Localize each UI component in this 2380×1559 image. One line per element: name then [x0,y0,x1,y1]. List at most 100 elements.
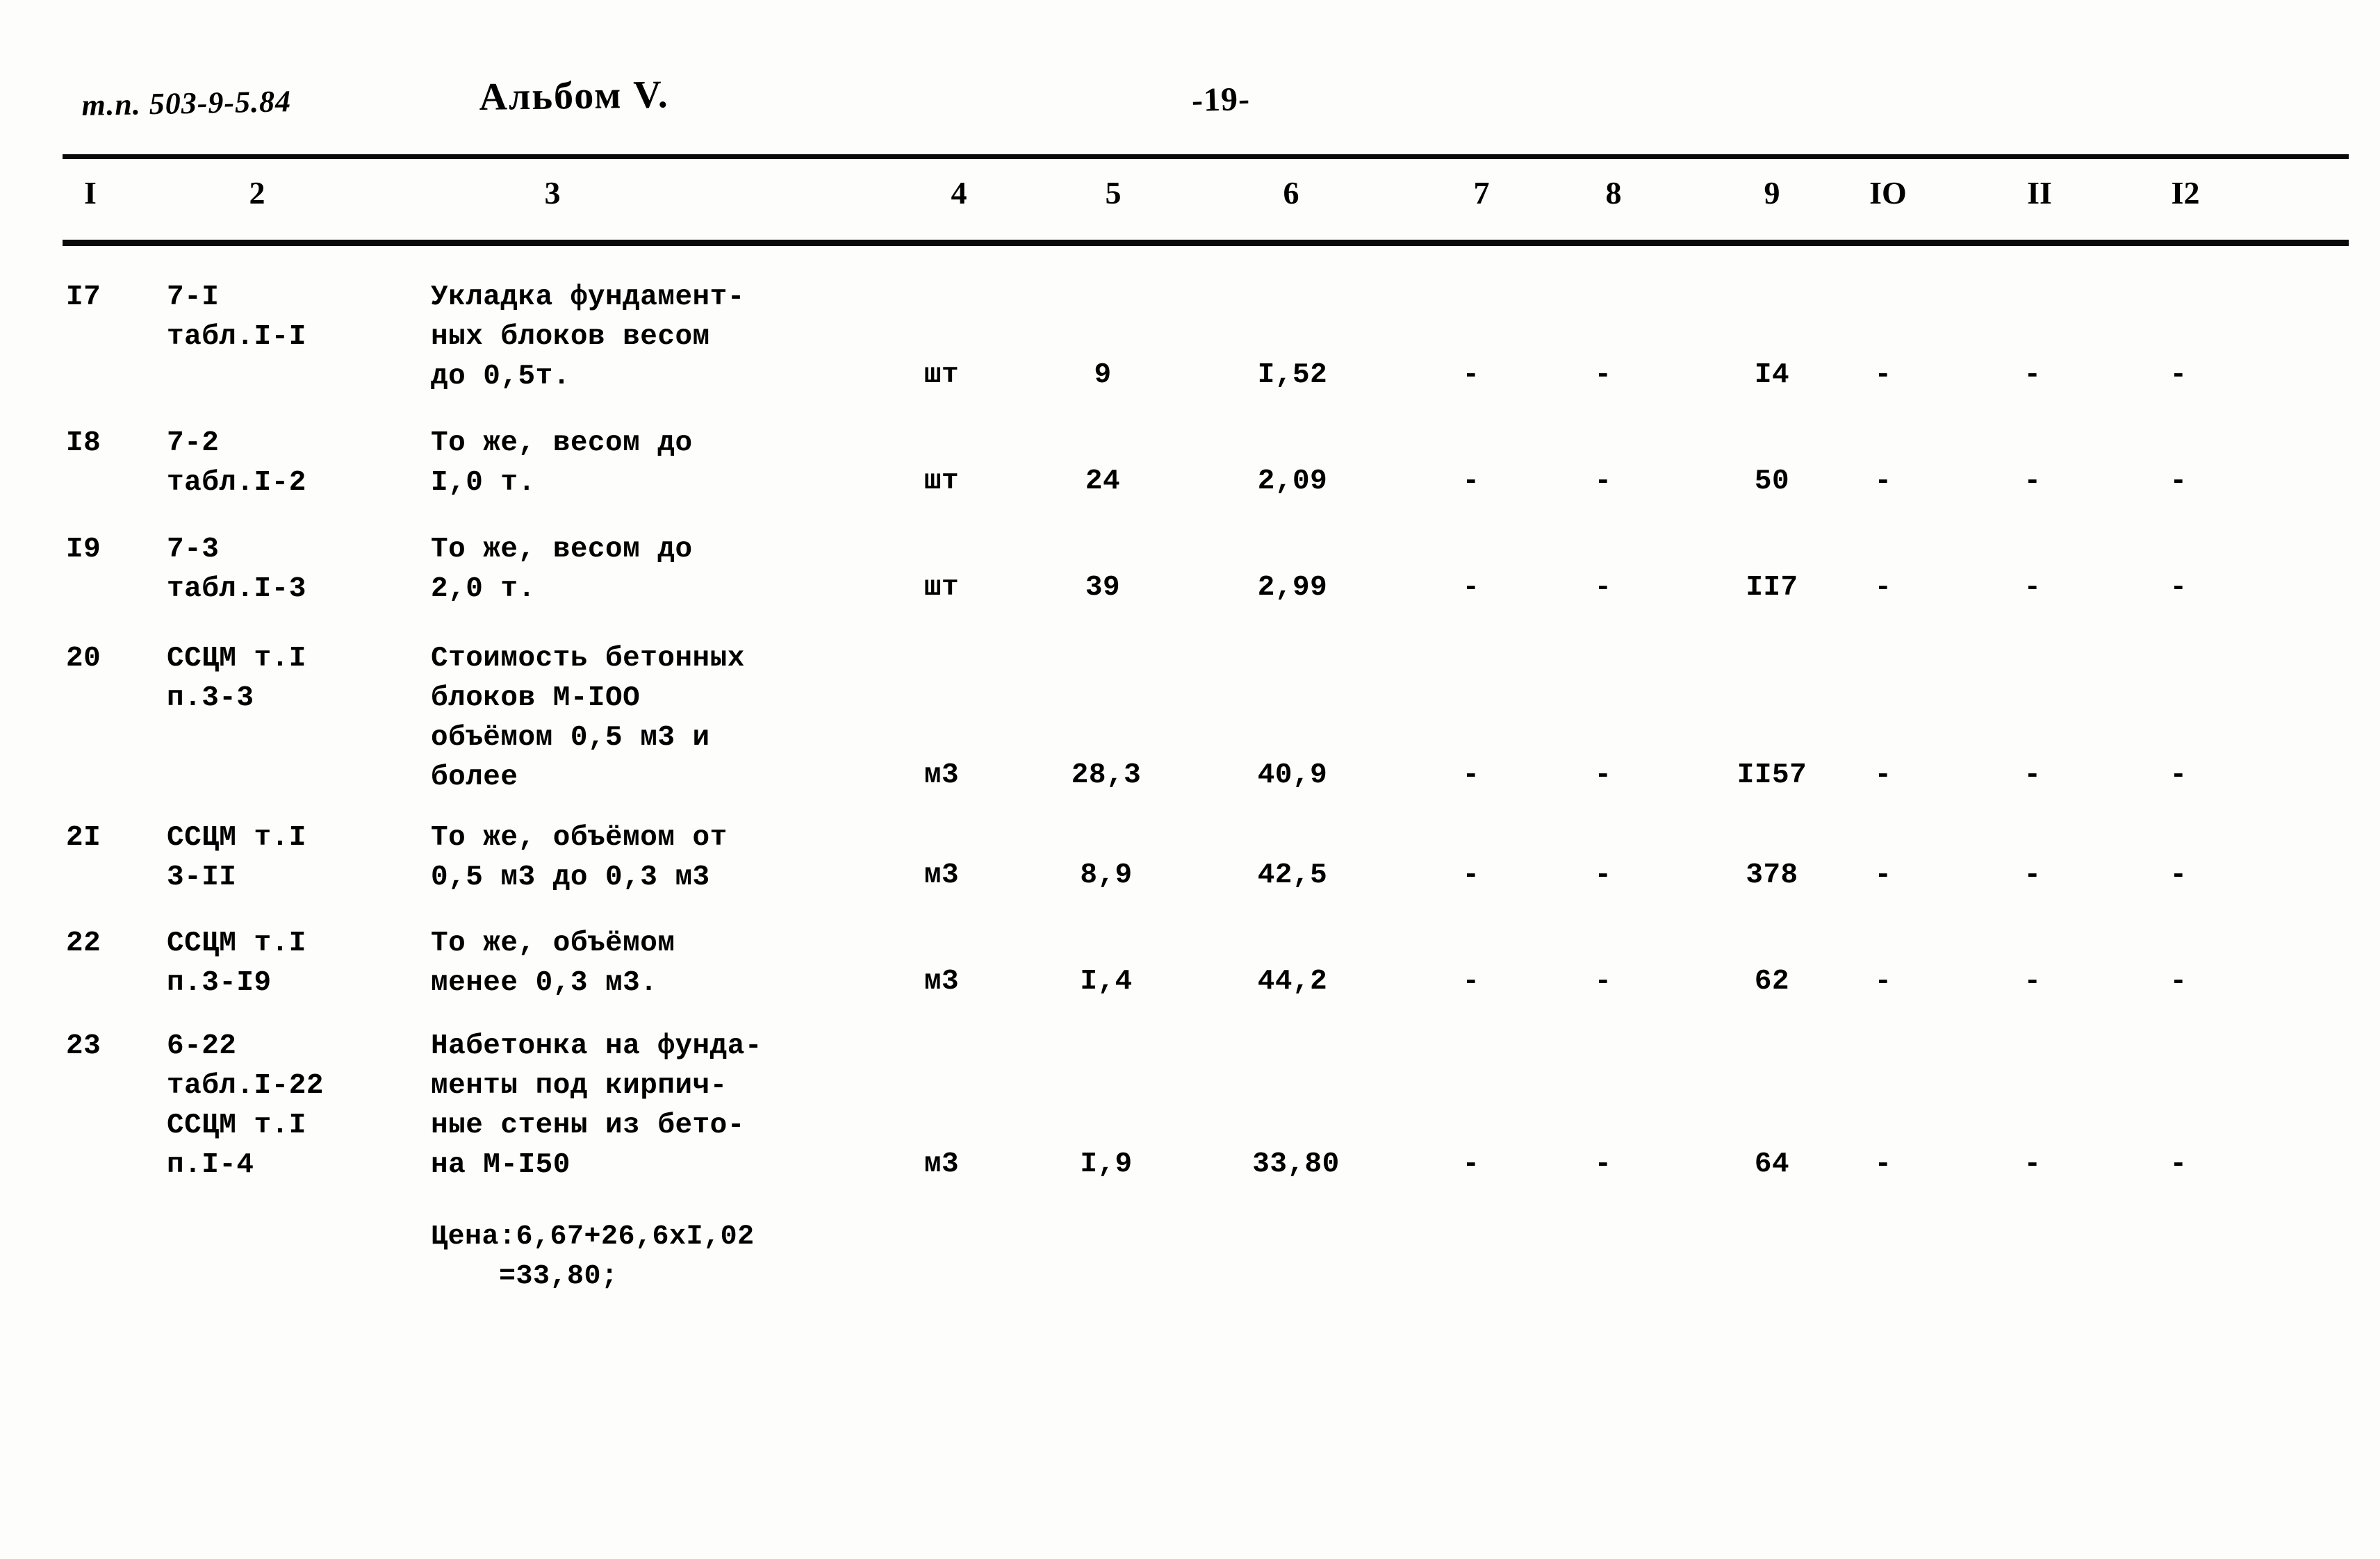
col8-value: - [1594,966,1612,998]
work-description: То же, весом до I,0 т. [431,424,693,503]
col12-value: - [2169,1148,2188,1180]
col12-value: - [2169,572,2188,604]
description-line: То же, объёмом [431,927,675,959]
justification-line: 7-2 [167,427,220,459]
total-cost: 62 [1754,966,1790,998]
col11-value: - [2024,572,2042,604]
column-header-4: 4 [951,175,967,211]
justification-line: табл.I-2 [167,467,306,499]
description-line: более [431,761,518,793]
col10-value: - [1874,759,1892,791]
col8-value: - [1594,465,1612,497]
estimate-table: I 2 3 4 5 6 7 8 9 IO II I2 I7 7-I табл.I-… [0,0,2380,1559]
justification: 7-I табл.I-I [167,278,306,357]
work-description: Набетонка на фунда-менты под кирпич-ные … [431,1027,762,1185]
unit: шт [924,465,960,497]
row-number: 2I [66,822,101,854]
col8-value: - [1594,759,1612,791]
unit: м3 [924,759,960,791]
unit-price: 42,5 [1257,859,1328,891]
unit: шт [924,572,960,604]
justification: ССЦМ т.I 3-II [167,818,306,898]
row-number: I8 [66,427,101,459]
col7-value: - [1462,572,1480,604]
justification-line: табл.I-I [167,321,306,353]
unit-price: 2,09 [1257,465,1328,497]
col8-value: - [1594,359,1612,391]
total-cost: II7 [1746,572,1798,604]
unit: шт [924,359,960,391]
quantity: 9 [1094,359,1112,391]
description-line: Стоимость бетонных [431,643,745,675]
justification-line: 7-3 [167,534,220,566]
justification: 6-22 табл.I-22 ССЦМ т.I п.I-4 [167,1027,324,1185]
total-cost: 64 [1754,1148,1790,1180]
col12-value: - [2169,359,2188,391]
description-line: ные стены из бето- [431,1110,745,1141]
justification-line: 3-II [167,861,237,893]
col11-value: - [2024,1148,2042,1180]
col8-value: - [1594,1148,1612,1180]
quantity: I,9 [1080,1148,1133,1180]
justification-line: 6-22 [167,1030,237,1062]
justification-line: ССЦМ т.I [167,643,306,675]
column-header-3: 3 [544,175,561,211]
col7-value: - [1462,759,1480,791]
row-number: I9 [66,534,101,566]
description-line: Набетонка на фунда- [431,1030,762,1062]
column-header-11: II [2027,175,2052,211]
justification-line: табл.I-3 [167,573,306,605]
column-header-8: 8 [1605,175,1622,211]
col7-value: - [1462,465,1480,497]
justification: 7-3 табл.I-3 [167,530,306,609]
document-page: т.п. 503-9-5.84 Альбом V. -19- I 2 3 4 5… [0,0,2380,1559]
unit-price: 40,9 [1257,759,1328,791]
description-line: на М-I50 [431,1149,571,1181]
work-description: То же, объёмом менее 0,3 м3. [431,924,675,1003]
description-line: до 0,5т. [431,361,571,393]
col12-value: - [2169,859,2188,891]
justification-line: табл.I-22 [167,1070,324,1102]
work-description: Укладка фундамент-ных блоков весом до 0,5… [431,278,745,397]
col11-value: - [2024,759,2042,791]
column-header-12: I2 [2171,175,2200,211]
column-header-10: IO [1869,175,1907,211]
justification-line: ССЦМ т.I [167,1110,306,1141]
unit: м3 [924,859,960,891]
col11-value: - [2024,359,2042,391]
total-cost: II57 [1737,759,1807,791]
description-line: I,0 т. [431,467,536,499]
work-description: Стоимость бетонных блоков М-IOO объёмом 0,… [431,639,745,798]
col12-value: - [2169,966,2188,998]
col8-value: - [1594,859,1612,891]
note-line: =33,80; [431,1261,618,1292]
total-cost: I4 [1754,359,1790,391]
description-line: 0,5 м3 до 0,3 м3 [431,861,710,893]
work-description: То же, весом до 2,0 т. [431,530,693,609]
quantity: 39 [1085,572,1121,604]
price-calculation-note: Цена:6,67+26,6хI,02 =33,80; [431,1217,755,1296]
justification-line: п.3-I9 [167,967,272,999]
quantity: 24 [1085,465,1121,497]
column-header-7: 7 [1473,175,1490,211]
col7-value: - [1462,966,1480,998]
justification: ССЦМ т.I п.3-3 [167,639,306,718]
row-number: 22 [66,927,101,959]
description-line: То же, весом до [431,534,693,566]
row-number: 23 [66,1030,101,1062]
justification-line: п.I-4 [167,1149,254,1181]
column-header-2: 2 [249,175,265,211]
column-header-9: 9 [1764,175,1780,211]
unit-price: 33,80 [1252,1148,1340,1180]
col10-value: - [1874,359,1892,391]
col11-value: - [2024,859,2042,891]
unit-price: 2,99 [1257,572,1328,604]
col10-value: - [1874,572,1892,604]
col8-value: - [1594,572,1612,604]
justification: ССЦМ т.I п.3-I9 [167,924,306,1003]
unit: м3 [924,1148,960,1180]
column-header-5: 5 [1105,175,1122,211]
column-header-6: 6 [1283,175,1299,211]
description-line: То же, весом до [431,427,693,459]
quantity: 8,9 [1080,859,1133,891]
